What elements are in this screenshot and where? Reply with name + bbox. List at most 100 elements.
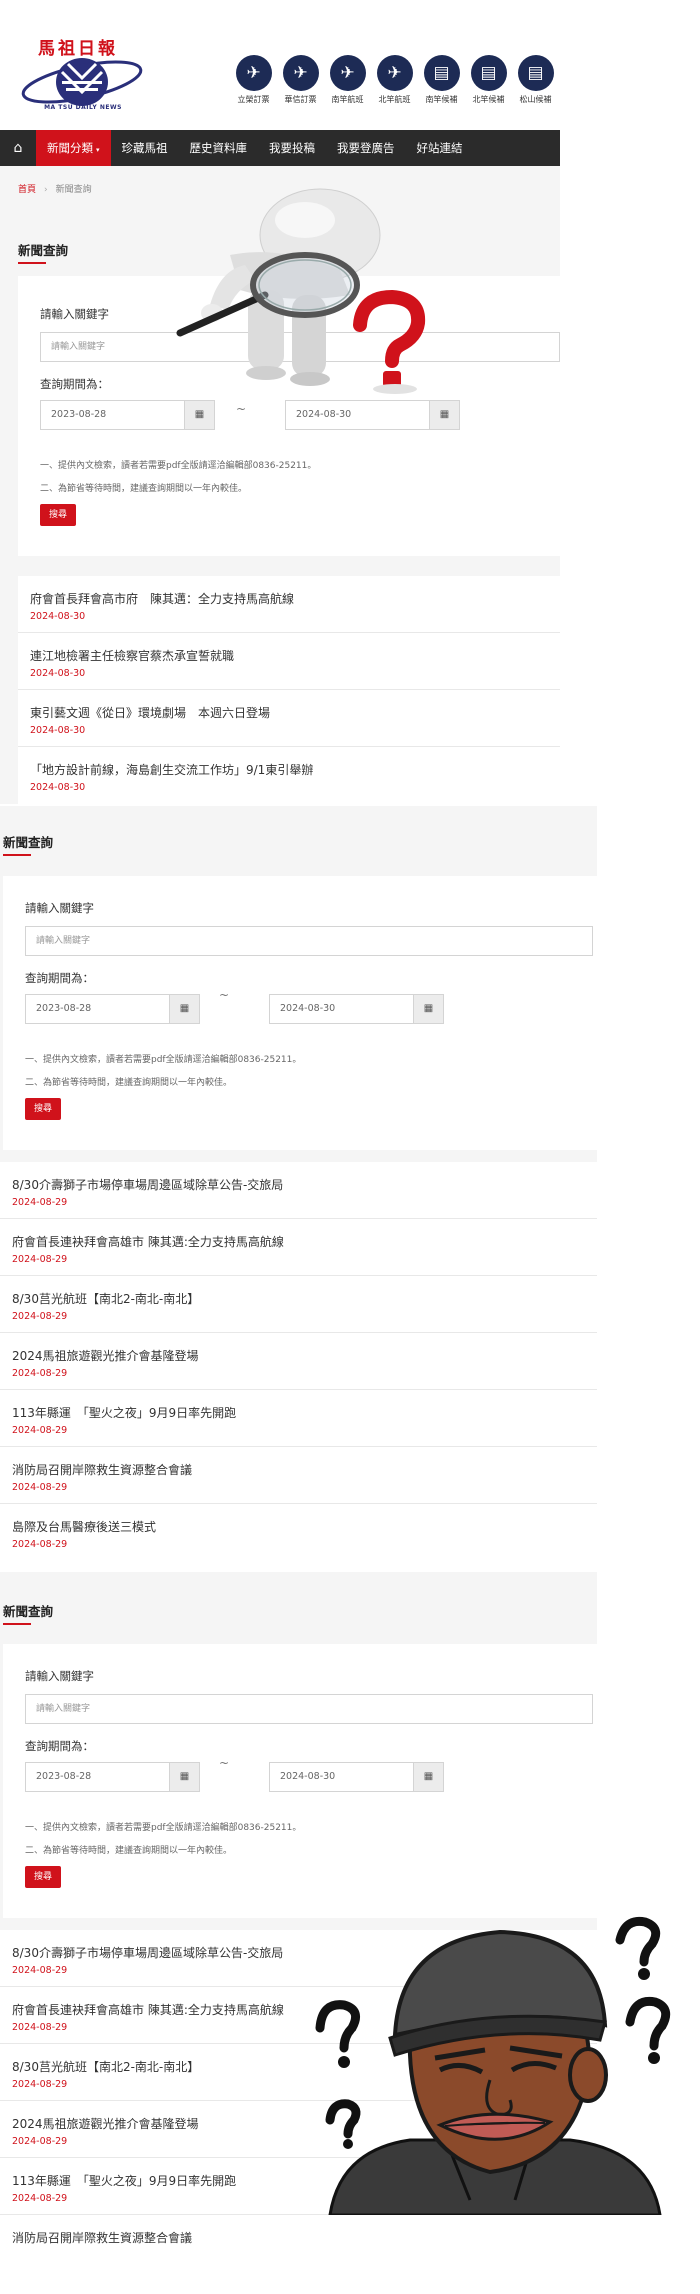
list-item[interactable]: 府會首長連袂拜會高雄市 陳其邁:全力支持馬高航線 2024-08-29 [0,1219,597,1276]
calendar-icon[interactable]: ▦ [169,995,199,1023]
breadcrumb-separator: › [44,185,48,195]
section-title: 新聞查詢 [3,832,54,856]
quick-link[interactable]: ✈ 南竿航班 [324,55,371,105]
site-header: 馬祖日報 MA TSU DAILY NEWS ✈ 立榮訂票 ✈ 華信訂票 ✈ 南… [0,0,560,130]
list-item[interactable]: 消防局召開岸際救生資源整合會議 2024-08-29 [0,1447,597,1504]
date-to-input[interactable]: 2024-08-30 ▦ [269,994,444,1024]
news-date: 2024-08-29 [12,1368,68,1379]
nav-item-label: 新聞分類 [47,141,93,155]
main-nav: ⌂ 新聞分類 ▾ 珍藏馬祖 歷史資料庫 我要投稿 我要登廣告 好站連結 [0,130,560,166]
section-title: 新聞查詢 [3,1601,54,1625]
news-title[interactable]: 消防局召開岸際救生資源整合會議 [12,2229,597,2246]
news-title[interactable]: 連江地檢署主任檢察官蔡杰承宣誓就職 [30,647,560,664]
list-item[interactable]: 2024馬祖旅遊觀光推介會基隆登場 2024-08-29 [0,1333,597,1390]
list-item[interactable]: 「地方設計前線，海島創生交流工作坊」9/1東引舉辦 2024-08-30 [18,747,560,804]
news-title[interactable]: 8/30介壽獅子市場停車場周邊區域除草公告-交旅局 [12,1176,597,1193]
search-button[interactable]: 搜尋 [40,504,76,526]
date-from-input[interactable]: 2023-08-28 ▦ [40,400,215,430]
list-item[interactable]: 島際及台馬醫療後送三模式 2024-08-29 [0,1504,597,1561]
keyword-label: 請輸入關鍵字 [40,307,109,321]
news-title[interactable]: 113年縣運 「聖火之夜」9月9日率先開跑 [12,1404,597,1421]
list-item[interactable]: 消防局召開岸際救生資源整合會議 [0,2215,597,2272]
news-title[interactable]: 島際及台馬醫療後送三模式 [12,1518,597,1535]
date-from-value: 2023-08-28 [36,1771,92,1782]
news-title[interactable]: 府會首長連袂拜會高雄市 陳其邁:全力支持馬高航線 [12,1233,597,1250]
calendar-icon[interactable]: ▦ [413,995,443,1023]
news-date: 2024-08-30 [30,611,86,622]
date-from-input[interactable]: 2023-08-28 ▦ [25,994,200,1024]
search-form: 請輸入關鍵字 請輸入關鍵字 查詢期間為： 2023-08-28 ▦ ~ 2024… [3,876,597,1150]
search-note-2: 二、為節省等待時間，建議查詢期間以一年內較佳。 [25,1846,233,1856]
quick-link-label: 北竿航班 [378,95,411,104]
range-separator: ~ [219,988,230,1002]
nav-item-news-category[interactable]: 新聞分類 ▾ [36,130,111,166]
news-title[interactable]: 2024馬祖旅遊觀光推介會基隆登場 [12,1347,597,1364]
confused-face-icon [315,1916,671,2215]
news-date: 2024-08-29 [12,1254,68,1265]
breadcrumb-home[interactable]: 首頁 [18,185,36,195]
quick-link-label: 華信訂票 [284,95,317,104]
quick-link[interactable]: ▤ 松山候補 [512,55,559,105]
news-title[interactable]: 8/30莒光航班【南北2-南北-南北】 [12,1290,597,1307]
period-label: 查詢期間為： [25,971,94,985]
date-from-input[interactable]: 2023-08-28 ▦ [25,1762,200,1792]
plane-departure-icon: ✈ [376,55,413,91]
section-title-text: 新聞查詢 [3,1604,54,1619]
search-note-2: 二、為節省等待時間，建議查詢期間以一年內較佳。 [40,484,248,494]
calendar-icon[interactable]: ▦ [184,401,214,429]
list-item[interactable]: 連江地檢署主任檢察官蔡杰承宣誓就職 2024-08-30 [18,633,560,690]
plane-departure-icon: ✈ [329,55,366,91]
quick-link[interactable]: ▤ 南竿候補 [418,55,465,105]
quick-link-label: 松山候補 [519,95,552,104]
date-from-value: 2023-08-28 [36,1003,92,1014]
quick-link[interactable]: ▤ [559,55,560,94]
list-item[interactable]: 東引藝文週《從日》環境劇場 本週六日登場 2024-08-30 [18,690,560,747]
calendar-icon[interactable]: ▦ [169,1763,199,1791]
section-title-text: 新聞查詢 [3,835,54,850]
keyword-label: 請輸入關鍵字 [25,901,94,915]
logo-subtitle: MA TSU DAILY NEWS [44,104,122,111]
news-date: 2024-08-29 [12,1482,68,1493]
date-to-input[interactable]: 2024-08-30 ▦ [285,400,460,430]
search-form: 請輸入關鍵字 請輸入關鍵字 查詢期間為： 2023-08-28 ▦ ~ 2024… [3,1644,597,1918]
site-logo[interactable]: 馬祖日報 MA TSU DAILY NEWS [18,34,148,120]
search-button[interactable]: 搜尋 [25,1098,61,1120]
booklet-icon: ▤ [423,55,460,91]
nav-item-collection[interactable]: 珍藏馬祖 [111,130,179,166]
date-to-value: 2024-08-30 [280,1003,336,1014]
search-note-1: 一、提供內文檢索，讀者若需要pdf全版請逕洽編輯部0836-25211。 [40,461,317,471]
list-item[interactable]: 113年縣運 「聖火之夜」9月9日率先開跑 2024-08-29 [0,1390,597,1447]
calendar-icon[interactable]: ▦ [413,1763,443,1791]
quick-link[interactable]: ✈ 華信訂票 [277,55,324,105]
news-title[interactable]: 府會首長拜會高市府 陳其邁：全力支持馬高航線 [30,590,560,607]
list-item[interactable]: 8/30介壽獅子市場停車場周邊區域除草公告-交旅局 2024-08-29 [0,1162,597,1219]
nav-item-links[interactable]: 好站連結 [406,130,474,166]
news-title[interactable]: 東引藝文週《從日》環境劇場 本週六日登場 [30,704,560,721]
quick-link[interactable]: ▤ 北竿候補 [465,55,512,105]
list-item[interactable]: 府會首長拜會高市府 陳其邁：全力支持馬高航線 2024-08-30 [18,576,560,633]
news-title[interactable]: 「地方設計前線，海島創生交流工作坊」9/1東引舉辦 [30,761,560,778]
date-to-input[interactable]: 2024-08-30 ▦ [269,1762,444,1792]
news-list: 府會首長拜會高市府 陳其邁：全力支持馬高航線 2024-08-30 連江地檢署主任… [18,576,560,804]
nav-item-submit[interactable]: 我要投稿 [258,130,326,166]
search-button[interactable]: 搜尋 [25,1866,61,1888]
airplane-icon: ✈ [235,55,272,91]
date-to-value: 2024-08-30 [296,409,352,420]
calendar-icon[interactable]: ▦ [429,401,459,429]
nav-item-history[interactable]: 歷史資料庫 [179,130,259,166]
quick-link[interactable]: ✈ 北竿航班 [371,55,418,105]
title-underline [3,1623,31,1625]
nav-item-ads[interactable]: 我要登廣告 [326,130,406,166]
search-note-2: 二、為節省等待時間，建議查詢期間以一年內較佳。 [25,1078,233,1088]
breadcrumb: 首頁 › 新聞查詢 [18,182,92,195]
quick-links: ✈ 立榮訂票 ✈ 華信訂票 ✈ 南竿航班 ✈ 北竿航班 ▤ 南竿候補 ▤ 北竿候… [230,55,560,105]
quick-link[interactable]: ✈ 立榮訂票 [230,55,277,105]
period-label: 查詢期間為： [40,377,109,391]
date-to-value: 2024-08-30 [280,1771,336,1782]
keyword-input[interactable]: 請輸入關鍵字 [25,926,593,956]
news-title[interactable]: 消防局召開岸際救生資源整合會議 [12,1461,597,1478]
keyword-input[interactable]: 請輸入關鍵字 [25,1694,593,1724]
section-title: 新聞查詢 [18,240,68,264]
list-item[interactable]: 8/30莒光航班【南北2-南北-南北】 2024-08-29 [0,1276,597,1333]
home-icon[interactable]: ⌂ [0,130,36,166]
